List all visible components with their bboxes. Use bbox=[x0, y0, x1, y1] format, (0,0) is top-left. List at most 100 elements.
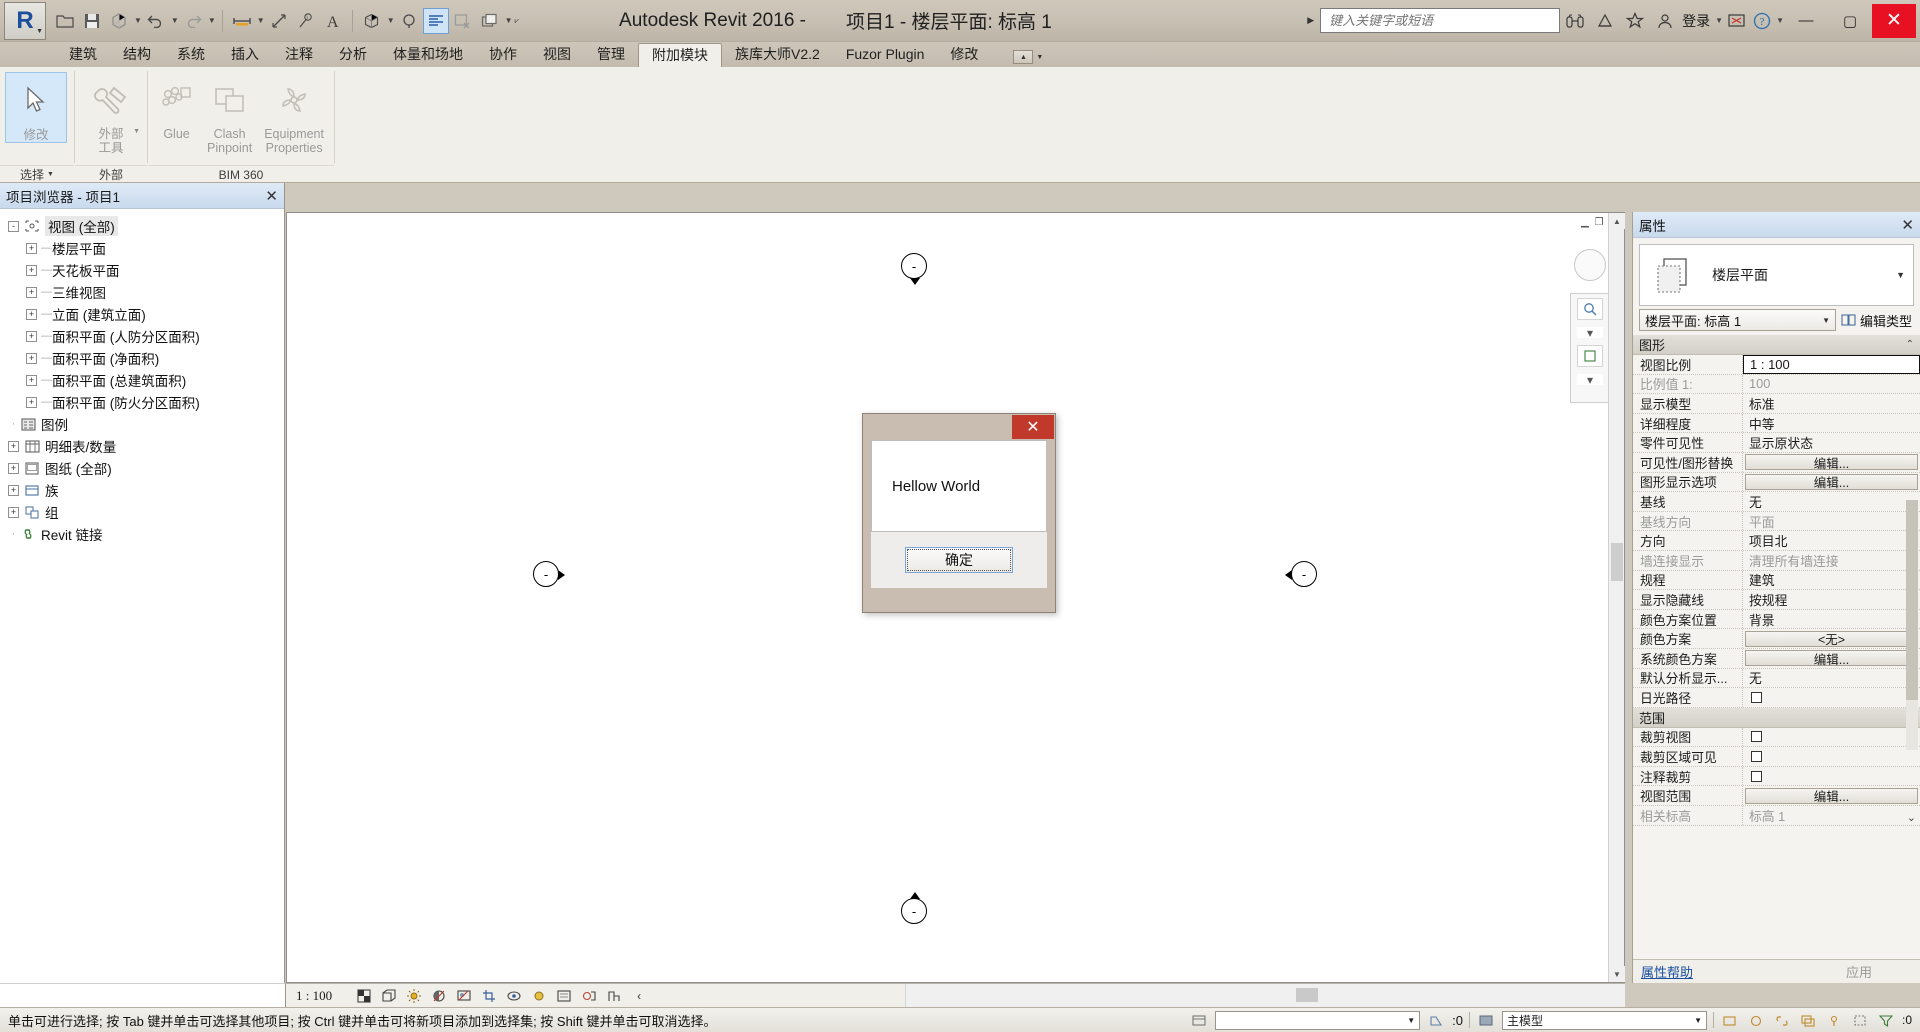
property-value[interactable] bbox=[1743, 728, 1920, 747]
close-icon[interactable]: ✕ bbox=[265, 187, 278, 205]
view-scale-label[interactable]: 1 : 100 bbox=[296, 988, 332, 1004]
property-value[interactable]: 显示原状态 bbox=[1743, 433, 1920, 452]
tree-item[interactable]: + — 面积平面 (人防分区面积) bbox=[8, 325, 284, 347]
property-value[interactable]: <无> bbox=[1743, 629, 1920, 648]
expand-icon[interactable]: + bbox=[8, 506, 19, 518]
property-row[interactable]: 相关标高 标高 1 bbox=[1633, 806, 1920, 826]
properties-section-header[interactable]: 图形 ⌃ bbox=[1633, 335, 1920, 355]
aligned-dimension-icon[interactable] bbox=[229, 8, 255, 34]
expand-icon[interactable]: + bbox=[26, 396, 37, 408]
ribbon-tab-4[interactable]: 注释 bbox=[272, 43, 326, 67]
application-menu-button[interactable]: R ▼ bbox=[4, 1, 46, 40]
modify-button[interactable]: 修改 bbox=[5, 72, 67, 143]
property-row[interactable]: 基线无 bbox=[1633, 492, 1920, 512]
chevron-down-icon[interactable]: ▼ bbox=[134, 16, 142, 25]
minimize-view-icon[interactable]: ▁ bbox=[1581, 217, 1589, 228]
main-model-combo[interactable]: 主模型 ▼ bbox=[1501, 1010, 1707, 1030]
property-edit-button[interactable]: 编辑... bbox=[1745, 473, 1918, 490]
filter-icon[interactable] bbox=[1876, 1011, 1896, 1029]
chevron-down-icon[interactable]: ▾ bbox=[1577, 373, 1603, 387]
property-row[interactable]: 颜色方案位置 背景 bbox=[1633, 609, 1920, 630]
property-row[interactable]: 默认分析显示... 无 bbox=[1633, 668, 1920, 689]
tree-item[interactable]: + 族 bbox=[8, 479, 284, 501]
property-row[interactable]: 显示隐藏线 按规程 bbox=[1633, 590, 1920, 610]
property-row[interactable]: 裁剪视图 bbox=[1633, 727, 1920, 748]
property-checkbox[interactable] bbox=[1751, 770, 1762, 782]
ribbon-tab-12[interactable]: Fuzor Plugin bbox=[833, 43, 938, 67]
property-value[interactable]: 背景 bbox=[1743, 610, 1920, 629]
close-button[interactable]: ✕ bbox=[1872, 3, 1916, 38]
property-row[interactable]: 可见性/图形替换 编辑... bbox=[1633, 452, 1920, 473]
expand-icon[interactable]: + bbox=[26, 330, 37, 342]
equipment-properties-button[interactable]: Equipment Properties bbox=[259, 72, 329, 155]
chevron-down-icon[interactable]: ▼ bbox=[1776, 16, 1784, 25]
editable-only-icon[interactable] bbox=[1720, 1011, 1740, 1029]
property-value[interactable] bbox=[1743, 767, 1920, 786]
property-value[interactable]: 编辑... bbox=[1743, 473, 1920, 492]
tree-item[interactable]: + — 立面 (建筑立面) bbox=[8, 303, 284, 325]
chevron-down-icon[interactable]: ▼ bbox=[171, 16, 179, 25]
scroll-up-icon[interactable]: ▲ bbox=[1609, 213, 1625, 229]
properties-section-header[interactable]: 范围⌃ bbox=[1633, 707, 1920, 728]
expand-icon[interactable]: + bbox=[26, 242, 37, 254]
property-row[interactable]: 规程 建筑 bbox=[1633, 570, 1920, 591]
tree-item[interactable]: + — 面积平面 (总建筑面积) bbox=[8, 369, 284, 391]
property-row[interactable]: 零件可见性 显示原状态 bbox=[1633, 433, 1920, 453]
exclude-options-icon[interactable] bbox=[1746, 1011, 1766, 1029]
expand-icon[interactable]: + bbox=[8, 484, 19, 496]
ribbon-tab-1[interactable]: 结构 bbox=[110, 43, 164, 67]
property-row[interactable]: 显示模型 标准 bbox=[1633, 394, 1920, 414]
expand-icon[interactable]: + bbox=[8, 462, 19, 474]
property-value[interactable]: 编辑... bbox=[1743, 453, 1920, 472]
property-row[interactable]: 视图范围 编辑... bbox=[1633, 786, 1920, 807]
collapse-icon[interactable]: - bbox=[8, 220, 19, 232]
binoculars-icon[interactable] bbox=[1560, 6, 1590, 36]
tag-icon[interactable]: 1 bbox=[293, 8, 319, 34]
main-model-icon[interactable] bbox=[1476, 1011, 1496, 1029]
show-crop-region-icon[interactable] bbox=[503, 986, 525, 1006]
glue-button[interactable]: Glue bbox=[153, 72, 200, 141]
maximize-button[interactable]: ▢ bbox=[1828, 4, 1872, 38]
properties-scrollbar[interactable] bbox=[1906, 500, 1918, 750]
scrollbar-thumb[interactable] bbox=[1906, 500, 1918, 700]
expand-icon[interactable]: + bbox=[26, 286, 37, 298]
tree-item[interactable]: + — 楼层平面 bbox=[8, 237, 284, 259]
property-value[interactable]: 编辑... bbox=[1743, 649, 1920, 668]
property-value[interactable]: 100 bbox=[1743, 375, 1920, 394]
sync-with-central-icon[interactable] bbox=[106, 8, 132, 34]
select-links-icon[interactable] bbox=[1772, 1011, 1792, 1029]
property-value[interactable] bbox=[1743, 747, 1920, 766]
ribbon-tab-6[interactable]: 体量和场地 bbox=[380, 43, 476, 67]
elevation-marker-west[interactable]: - bbox=[533, 561, 565, 589]
property-row[interactable]: 日光路径 bbox=[1633, 688, 1920, 708]
ribbon-state-icon[interactable]: ▲ bbox=[1013, 50, 1034, 64]
scrollbar-thumb[interactable] bbox=[1296, 988, 1318, 1002]
property-row[interactable]: 系统颜色方案 编辑... bbox=[1633, 648, 1920, 669]
property-row[interactable]: 墙连接显示 清理所有墙连接 bbox=[1633, 550, 1920, 571]
property-row[interactable]: 方向 项目北 bbox=[1633, 531, 1920, 551]
tree-item[interactable]: + 图纸 (全部) bbox=[8, 457, 284, 479]
chevron-right-icon[interactable]: ▶ bbox=[1307, 15, 1314, 26]
property-value[interactable]: 项目北 bbox=[1743, 531, 1920, 550]
ribbon-tab-7[interactable]: 协作 bbox=[476, 43, 530, 67]
property-value[interactable]: 1 : 100 bbox=[1743, 354, 1920, 374]
property-row[interactable]: 详细程度 中等 bbox=[1633, 413, 1920, 434]
property-value[interactable]: 标高 1 bbox=[1743, 806, 1920, 825]
ribbon-tab-10[interactable]: 附加模块 bbox=[638, 43, 722, 67]
help-related-icon[interactable] bbox=[1723, 8, 1749, 34]
chevron-down-icon[interactable]: ▼ bbox=[387, 16, 395, 25]
chevron-down-icon[interactable]: ▼ bbox=[505, 16, 513, 25]
property-value[interactable]: 中等 bbox=[1743, 414, 1920, 433]
tree-item[interactable]: · Revit 链接 bbox=[8, 523, 284, 545]
temporary-view-properties-icon[interactable] bbox=[578, 986, 600, 1006]
elevation-marker-east[interactable]: - bbox=[1285, 561, 1319, 589]
select-underlay-icon[interactable] bbox=[1798, 1011, 1818, 1029]
close-icon[interactable]: ✕ bbox=[1901, 216, 1914, 234]
chevron-up-icon[interactable]: ⌃ bbox=[1906, 339, 1914, 350]
drag-elements-icon[interactable] bbox=[1850, 1011, 1870, 1029]
properties-help-link[interactable]: 属性帮助 bbox=[1641, 962, 1693, 981]
ribbon-tab-13[interactable]: 修改 bbox=[937, 43, 991, 67]
visual-style-icon[interactable] bbox=[378, 986, 400, 1006]
property-value[interactable]: 建筑 bbox=[1743, 571, 1920, 590]
property-input[interactable]: 1 : 100 bbox=[1743, 354, 1920, 374]
